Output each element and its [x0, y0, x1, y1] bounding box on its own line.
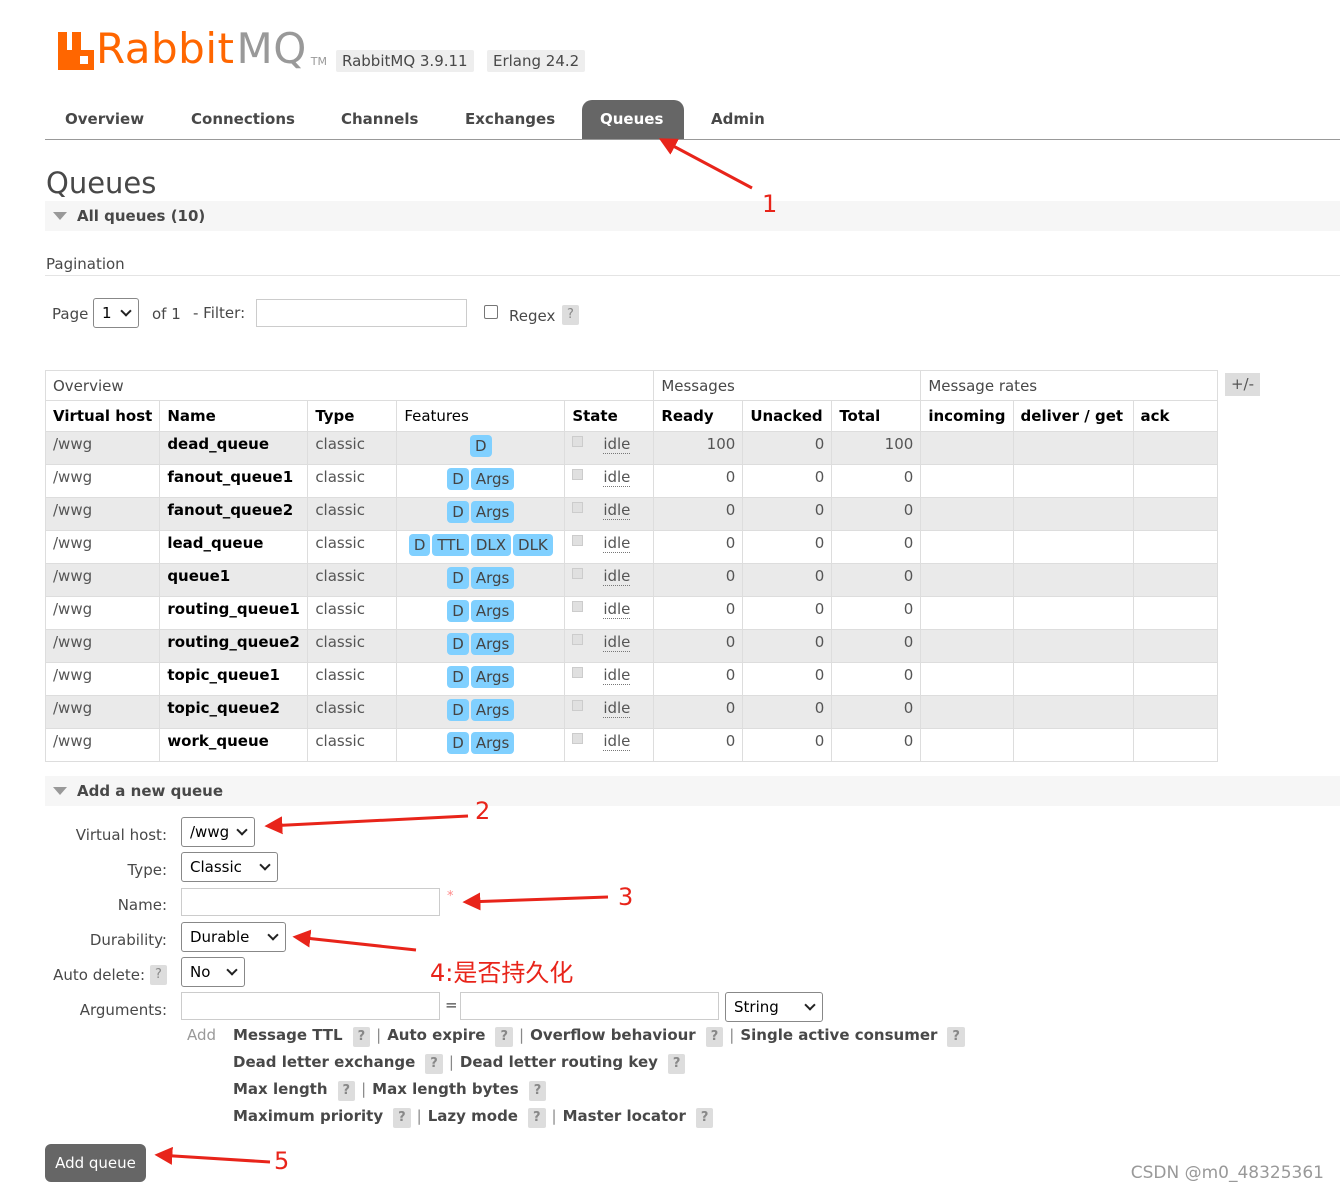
arrow-2 — [264, 814, 469, 835]
annotation-2: 2 — [475, 797, 491, 825]
annotation-5: 5 — [274, 1147, 290, 1175]
annotation-3: 3 — [618, 883, 634, 911]
arrow-5 — [154, 1146, 271, 1165]
annotation-4: 4:是否持久化 — [430, 959, 574, 987]
arrow-1 — [658, 138, 753, 190]
arrow-4 — [292, 929, 417, 952]
annotation-1: 1 — [762, 190, 778, 218]
watermark: CSDN @m0_48325361 — [1130, 1163, 1324, 1183]
arrow-3 — [462, 892, 609, 911]
annotation-arrows — [154, 138, 753, 1165]
